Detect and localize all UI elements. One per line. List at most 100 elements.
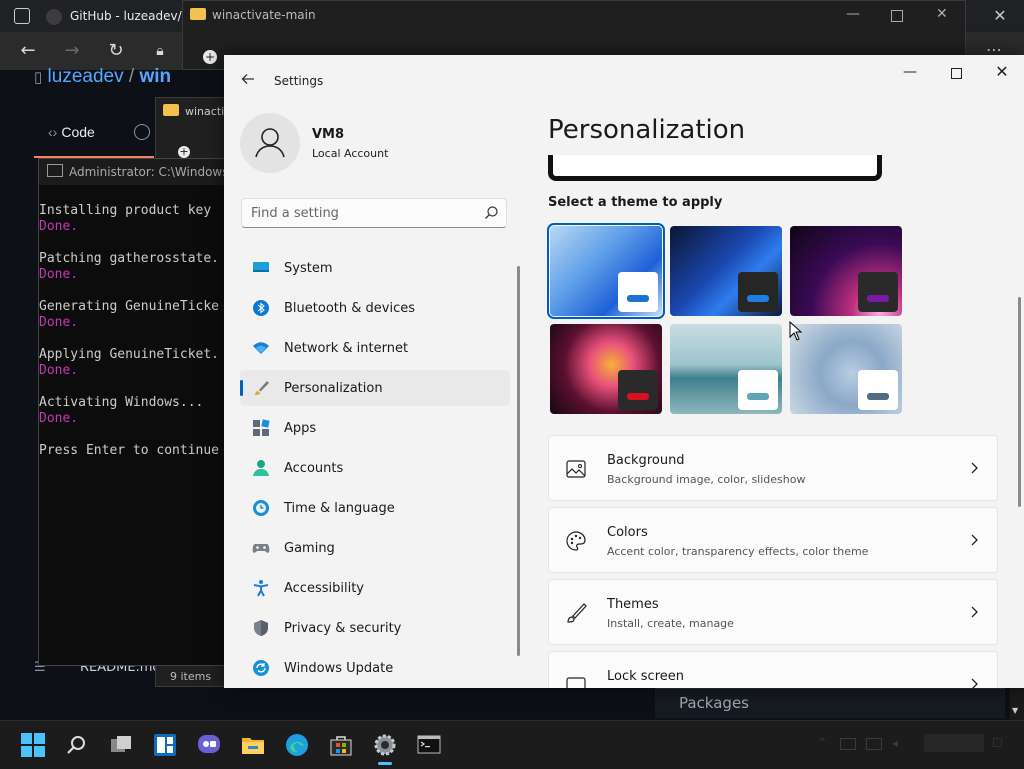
console-titlebar: Administrator: C:\Windows\S: [39, 159, 228, 185]
sidebar-item-apps[interactable]: Apps: [240, 410, 510, 446]
account-type: Local Account: [312, 147, 389, 160]
new-item-icon-2[interactable]: +: [178, 146, 190, 158]
settings-window: Settings — ✕ VM8 Local Account System Blu…: [224, 55, 1024, 688]
console-line: Done.: [39, 315, 79, 330]
card-subtitle: Background image, color, slideshow: [607, 473, 806, 486]
refresh-icon[interactable]: ↻: [104, 40, 128, 62]
minimize-button[interactable]: —: [898, 64, 922, 84]
console-line: Done.: [39, 411, 79, 426]
lock-icon: 🔒︎: [156, 43, 164, 59]
theme-section-heading: Select a theme to apply: [548, 195, 723, 210]
widgets-icon[interactable]: [152, 732, 178, 758]
nav-scrollbar[interactable]: [517, 266, 520, 656]
search-icon[interactable]: [64, 732, 90, 758]
start-icon[interactable]: [20, 732, 46, 758]
back-arrow-icon[interactable]: ←: [16, 40, 40, 62]
sidebar-item-accessibility[interactable]: Accessibility: [240, 570, 510, 606]
user-icon: [255, 128, 285, 158]
store-icon[interactable]: [328, 732, 354, 758]
repo-owner-link[interactable]: luzeadev: [48, 66, 124, 87]
bluetooth-icon: [252, 299, 270, 317]
explorer-minimize-button[interactable]: —: [846, 6, 860, 22]
settings-icon[interactable]: [372, 732, 398, 758]
card-title: Colors: [607, 525, 648, 540]
theme-window-preview: [738, 370, 778, 410]
chevron-up-icon[interactable]: ⌃: [818, 736, 827, 749]
explorer-maximize-button[interactable]: [891, 10, 903, 22]
sidebar-item-network-internet[interactable]: Network & internet: [240, 330, 510, 366]
sidebar-item-windows-update[interactable]: Windows Update: [240, 650, 510, 686]
accessibility-icon: [252, 579, 270, 597]
explorer-title-text: winactivate-main: [212, 8, 316, 22]
clock[interactable]: [924, 734, 984, 752]
sidebar-item-time-language[interactable]: Time & language: [240, 490, 510, 526]
console-title: Administrator: C:\Windows\S: [69, 165, 228, 179]
card-colors[interactable]: Colors Accent color, transparency effects…: [548, 507, 998, 573]
breadcrumb-separator: /: [128, 66, 135, 87]
content-scrollbar[interactable]: [1018, 297, 1021, 507]
keyboard-icon[interactable]: [840, 738, 856, 750]
sidebar-item-label: Network & internet: [284, 340, 409, 356]
cmd-icon: [47, 164, 63, 177]
sidebar-item-bluetooth-devices[interactable]: Bluetooth & devices: [240, 290, 510, 326]
sidebar-item-gaming[interactable]: Gaming: [240, 530, 510, 566]
theme-tile-flow[interactable]: [790, 324, 902, 414]
sidebar-item-label: Apps: [284, 420, 317, 436]
issues-icon[interactable]: [134, 124, 150, 140]
theme-tile-glow[interactable]: [790, 226, 902, 316]
sidebar-item-personalization[interactable]: Personalization: [240, 370, 510, 406]
explorer-status: 9 items: [170, 670, 212, 683]
close-button[interactable]: ✕: [990, 62, 1014, 82]
tab-actions-icon[interactable]: [14, 8, 30, 24]
active-app-indicator: [378, 762, 392, 765]
theme-tile-windows-dark[interactable]: [670, 226, 782, 316]
console-line: Patching gatherosstate.: [39, 251, 220, 266]
console-line: Generating GenuineTicke: [39, 299, 220, 314]
volume-icon[interactable]: ◂: [892, 736, 898, 750]
file-explorer-icon[interactable]: [240, 732, 266, 758]
forward-arrow-icon[interactable]: →: [60, 40, 84, 62]
explorer-close-button[interactable]: ✕: [936, 6, 948, 22]
notifications-icon[interactable]: ☐: [992, 736, 1003, 750]
palette-icon: [565, 530, 587, 552]
browser-tab-github[interactable]: GitHub - luzeadev/: [46, 0, 186, 32]
theme-tile-captured-motion[interactable]: [550, 324, 662, 414]
terminal-icon[interactable]: [416, 732, 442, 758]
theme-tile-windows-light[interactable]: [547, 223, 665, 319]
user-name: VM8: [312, 127, 345, 142]
sidebar-item-label: Privacy & security: [284, 620, 402, 636]
search-box[interactable]: [241, 198, 507, 228]
sidebar-item-label: Windows Update: [284, 660, 394, 676]
browser-close-button[interactable]: ✕: [988, 5, 1012, 27]
chat-icon[interactable]: [196, 732, 222, 758]
maximize-button[interactable]: [944, 64, 968, 84]
task-view-icon[interactable]: [108, 732, 134, 758]
search-input[interactable]: [242, 199, 496, 227]
scroll-down-icon[interactable]: ▼: [1012, 706, 1018, 715]
edge-icon[interactable]: [284, 732, 310, 758]
theme-preview: [548, 155, 882, 181]
privacy-icon: [252, 619, 270, 637]
sidebar-item-privacy-security[interactable]: Privacy & security: [240, 610, 510, 646]
tab-code[interactable]: ‹› Code: [48, 124, 95, 140]
theme-tile-sunrise[interactable]: [670, 324, 782, 414]
sidebar-item-accounts[interactable]: Accounts: [240, 450, 510, 486]
card-background[interactable]: Background Background image, color, slide…: [548, 435, 998, 501]
card-themes[interactable]: Themes Install, create, manage: [548, 579, 998, 645]
console-line: Press Enter to continue: [39, 443, 220, 458]
avatar[interactable]: [240, 113, 300, 173]
new-item-icon[interactable]: +: [203, 50, 217, 64]
network-tray-icon[interactable]: [866, 738, 882, 750]
explorer2-title-text: winacti: [185, 105, 225, 118]
console-output: Installing product key Done. Patching gath…: [39, 203, 219, 459]
theme-window-preview: [858, 272, 898, 312]
sidebar-item-system[interactable]: System: [240, 250, 510, 286]
back-button[interactable]: [238, 71, 258, 91]
console-window[interactable]: Administrator: C:\Windows\S Installing p…: [38, 158, 228, 666]
card-lock-screen[interactable]: Lock screen: [548, 651, 998, 688]
repo-name-link[interactable]: win: [139, 66, 171, 87]
time-language-icon: [252, 499, 270, 517]
search-icon[interactable]: [482, 204, 500, 222]
